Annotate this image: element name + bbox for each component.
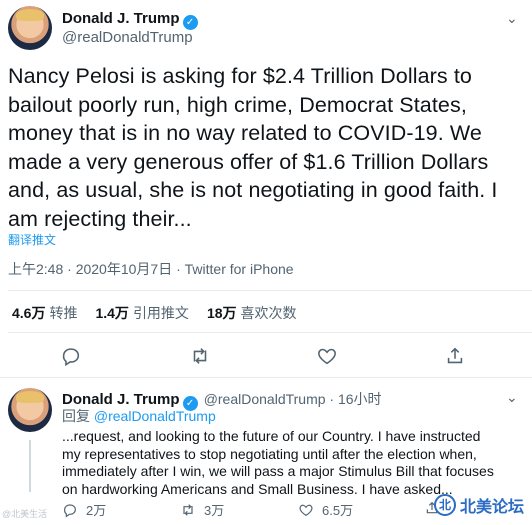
tweet-text-line: money that is in no way related to COVID… [8,121,482,146]
forum-logo-icon: 北 [433,494,456,516]
like-icon[interactable] [316,345,338,367]
author-handle[interactable]: @realDonaldTrump [62,29,193,46]
chevron-down-icon[interactable]: ⌄ [506,389,518,406]
tweet-text-line: bailout poorly run, high crime, Democrat… [8,92,467,117]
avatar[interactable] [8,388,52,432]
share-icon[interactable] [444,345,466,367]
like-stat[interactable]: 18万 喜欢次数 [207,303,297,323]
avatar[interactable] [8,6,52,50]
tweet-text-line: and, as usual, she is not negotiating in… [8,178,498,203]
reply-reply-button[interactable]: 2万 [62,500,106,519]
reply-like-button[interactable]: 6.5万 [298,500,353,519]
tweet-text: Nancy Pelosi is asking for $2.4 Trillion… [8,62,528,234]
reply-handle-time: @realDonaldTrump · 16小时 [203,391,382,407]
reply-retweet-button[interactable]: 3万 [180,500,224,519]
watermark-left: @北美生活 [2,509,48,519]
tweet-text-line: made a very generous offer of $1.6 Trill… [8,149,489,174]
replying-to: 回复 @realDonaldTrump [62,408,216,424]
verified-badge-icon: ✓ [182,15,198,30]
retweet-icon [183,503,193,516]
translate-link[interactable]: 翻译推文 [8,231,56,248]
reply-to-handle-link[interactable]: @realDonaldTrump [94,408,216,424]
retweet-stat[interactable]: 4.6万 转推 [12,303,77,323]
watermark-right: 北 北美论坛 [433,493,524,517]
divider [0,377,532,378]
reply-text-line: immediately after I win, we will pass a … [62,463,494,480]
like-icon [299,504,313,516]
tweet-timestamp[interactable]: 上午2:48 · 2020年10月7日 · Twitter for iPhone [8,259,294,279]
tweet-actions [0,345,532,369]
reply-text-line: my representatives to stop negotiating u… [62,445,477,462]
reply-text-line: ...request, and looking to the future of… [62,428,481,444]
retweet-icon[interactable] [189,345,211,367]
reply-icon [64,503,76,517]
thread-line [29,440,31,492]
reply-icon[interactable] [60,345,82,367]
reply-text: ...request, and looking to the future of… [62,428,524,498]
tweet-text-line: am rejecting their... [8,206,192,231]
quote-stat[interactable]: 1.4万 引用推文 [95,303,188,323]
chevron-down-icon[interactable]: ⌄ [506,10,518,27]
divider [8,290,532,291]
author-name[interactable]: Donald J. Trump ✓ [62,10,198,30]
watermark-text: 北美论坛 [459,499,524,516]
tweet-stats: 4.6万 转推 1.4万 引用推文 18万 喜欢次数 [12,303,297,323]
tweet-text-line: Nancy Pelosi is asking for $2.4 Trillion… [8,64,472,88]
divider [8,332,532,333]
